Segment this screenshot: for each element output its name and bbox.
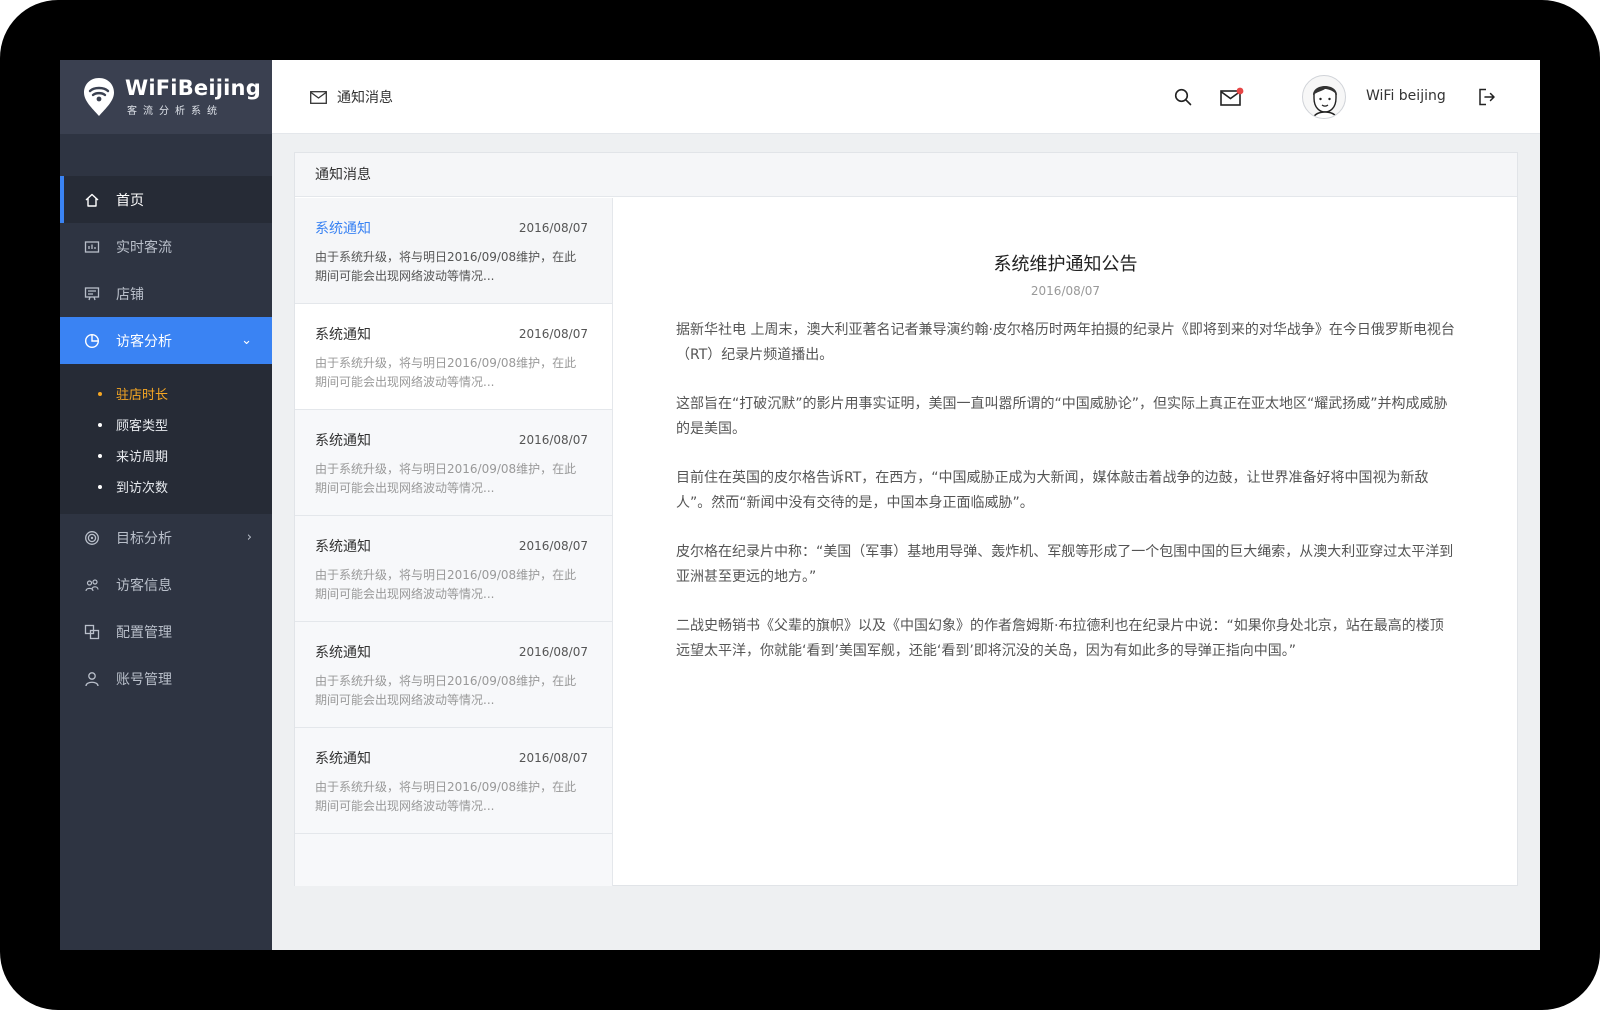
- wifi-pin-logo-icon: [84, 78, 114, 116]
- target-icon: [84, 530, 100, 546]
- article-paragraph: 目前住在英国的皮尔格告诉RT，在西方，“中国威胁正成为大新闻，媒体敲击着战争的边…: [676, 470, 1429, 511]
- device-frame: WiFiBeijing 客流分析系统 首页 实时客流 店铺 访客分析 ⌄ 驻店时…: [0, 0, 1600, 1010]
- message-date: 2016/08/07: [518, 433, 588, 447]
- sidebar-nav: 首页 实时客流 店铺 访客分析 ⌄ 驻店时长 顾客类型 来访周期 到访次数 目标…: [60, 176, 272, 702]
- sidebar-item-config[interactable]: 配置管理: [60, 608, 272, 655]
- app-screen: WiFiBeijing 客流分析系统 首页 实时客流 店铺 访客分析 ⌄ 驻店时…: [60, 60, 1540, 950]
- article-paragraph: 这部旨在“打破沉默”的影片用事实证明，美国一直叫嚣所谓的“中国威胁论”，但实际上…: [676, 396, 1448, 437]
- submenu-item-visit-count[interactable]: 到访次数: [60, 471, 272, 502]
- message-title: 系统通知: [315, 539, 371, 555]
- message-date: 2016/08/07: [518, 645, 588, 659]
- envelope-icon: [310, 90, 327, 104]
- sidebar-item-account[interactable]: 账号管理: [60, 655, 272, 702]
- message-title: 系统通知: [315, 645, 371, 661]
- bullet-icon: [98, 484, 102, 489]
- visitor-analysis-submenu: 驻店时长 顾客类型 来访周期 到访次数: [60, 364, 272, 514]
- submenu-item-visit-cycle[interactable]: 来访周期: [60, 440, 272, 471]
- header-title-text: 通知消息: [337, 90, 393, 106]
- sidebar-item-visitor-info[interactable]: 访客信息: [60, 561, 272, 608]
- message-preview: 由于系统升级，将与明日2016/09/08维护，在此期间可能会出现网络波动等情况…: [315, 356, 577, 389]
- panel-title: 通知消息: [295, 153, 1517, 197]
- submenu-item-label: 到访次数: [116, 481, 169, 496]
- sidebar-item-visitor-analysis[interactable]: 访客分析 ⌄: [60, 317, 272, 364]
- list-item[interactable]: 系统通知 2016/08/07 由于系统升级，将与明日2016/09/08维护，…: [295, 728, 612, 834]
- sidebar-item-label: 账号管理: [116, 671, 172, 688]
- message-preview: 由于系统升级，将与明日2016/09/08维护，在此期间可能会出现网络波动等情况…: [315, 568, 577, 601]
- list-item[interactable]: 系统通知 2016/08/07 由于系统升级，将与明日2016/09/08维护，…: [295, 198, 612, 304]
- message-preview: 由于系统升级，将与明日2016/09/08维护，在此期间可能会出现网络波动等情况…: [315, 674, 577, 707]
- sidebar-item-label: 店铺: [116, 286, 144, 303]
- config-icon: [84, 624, 100, 640]
- brand-subtitle: 客流分析系统: [127, 106, 223, 117]
- avatar[interactable]: [1302, 75, 1346, 119]
- message-preview: 由于系统升级，将与明日2016/09/08维护，在此期间可能会出现网络波动等情况…: [315, 780, 577, 813]
- sidebar-item-label: 首页: [116, 192, 144, 209]
- store-icon: [84, 286, 100, 302]
- message-preview: 由于系统升级，将与明日2016/09/08维护，在此期间可能会出现网络波动等情况…: [315, 462, 577, 495]
- article-title: 系统维护通知公告: [993, 254, 1138, 275]
- list-item[interactable]: 系统通知 2016/08/07 由于系统升级，将与明日2016/09/08维护，…: [295, 516, 612, 622]
- sidebar-item-realtime[interactable]: 实时客流: [60, 223, 272, 270]
- submenu-item-customer-type[interactable]: 顾客类型: [60, 409, 272, 440]
- top-header: 通知消息 WiFi beijing: [272, 60, 1540, 134]
- visitors-icon: [84, 577, 100, 593]
- sidebar-item-label: 实时客流: [116, 239, 172, 256]
- message-list: 系统通知 2016/08/07 由于系统升级，将与明日2016/09/08维护，…: [295, 198, 613, 886]
- pie-chart-icon: [84, 333, 100, 349]
- header-title: 通知消息: [310, 87, 393, 107]
- search-icon[interactable]: [1174, 88, 1192, 106]
- message-title: 系统通知: [315, 751, 371, 767]
- message-title: 系统通知: [315, 221, 371, 237]
- message-preview: 由于系统升级，将与明日2016/09/08维护，在此期间可能会出现网络波动等情况…: [315, 250, 577, 283]
- message-date: 2016/08/07: [518, 327, 588, 341]
- chevron-down-icon: ⌄: [241, 333, 252, 348]
- message-title: 系统通知: [315, 327, 371, 343]
- mail-notification-icon[interactable]: [1220, 87, 1244, 107]
- username[interactable]: WiFi beijing: [1366, 88, 1446, 104]
- article-date: 2016/08/07: [1030, 284, 1101, 298]
- bullet-icon: [98, 453, 102, 458]
- article-paragraph: 据新华社电 上周末，澳大利亚著名记者兼导演约翰·皮尔格历时两年拍摄的纪录片《即将…: [676, 322, 1455, 363]
- home-icon: [84, 192, 100, 208]
- brand-title: WiFiBeijing: [125, 76, 261, 100]
- message-date: 2016/08/07: [518, 221, 588, 235]
- sidebar-item-home[interactable]: 首页: [60, 176, 272, 223]
- bullet-icon: [98, 422, 102, 427]
- message-date: 2016/08/07: [518, 751, 588, 765]
- chevron-right-icon: ›: [246, 530, 252, 545]
- notification-panel: 通知消息 系统通知 2016/08/07 由于系统升级，将与明日2016/09/…: [294, 152, 1518, 886]
- submenu-item-label: 驻店时长: [116, 388, 169, 403]
- user-icon: [84, 671, 100, 687]
- message-date: 2016/08/07: [518, 539, 588, 553]
- sidebar-item-label: 访客分析: [116, 333, 172, 350]
- article-paragraph: 二战史畅销书《父辈的旗帜》以及《中国幻象》的作者詹姆斯·布拉德利也在纪录片中说：…: [676, 618, 1444, 659]
- sidebar-item-label: 配置管理: [116, 624, 172, 641]
- logout-icon[interactable]: [1478, 88, 1496, 106]
- list-item[interactable]: 系统通知 2016/08/07 由于系统升级，将与明日2016/09/08维护，…: [295, 622, 612, 728]
- article-paragraph: 皮尔格在纪录片中称：“美国（军事）基地用导弹、轰炸机、军舰等形成了一个包围中国的…: [676, 544, 1454, 585]
- sidebar-item-label: 访客信息: [116, 577, 172, 594]
- article-body: 据新华社电 上周末，澳大利亚著名记者兼导演约翰·皮尔格历时两年拍摄的纪录片《即将…: [676, 318, 1456, 688]
- message-detail: 系统维护通知公告 2016/08/07 据新华社电 上周末，澳大利亚著名记者兼导…: [614, 198, 1517, 886]
- submenu-item-dwell-time[interactable]: 驻店时长: [60, 378, 272, 409]
- sidebar-item-label: 目标分析: [116, 530, 172, 547]
- submenu-item-label: 来访周期: [116, 450, 169, 465]
- list-item[interactable]: 系统通知 2016/08/07 由于系统升级，将与明日2016/09/08维护，…: [295, 410, 612, 516]
- message-title: 系统通知: [315, 433, 371, 449]
- realtime-icon: [84, 239, 100, 255]
- brand-logo[interactable]: WiFiBeijing 客流分析系统: [60, 60, 272, 134]
- sidebar-item-store[interactable]: 店铺: [60, 270, 272, 317]
- submenu-item-label: 顾客类型: [116, 419, 169, 434]
- sidebar-item-target-analysis[interactable]: 目标分析 ›: [60, 514, 272, 561]
- list-item[interactable]: 系统通知 2016/08/07 由于系统升级，将与明日2016/09/08维护，…: [295, 304, 612, 410]
- sidebar: WiFiBeijing 客流分析系统 首页 实时客流 店铺 访客分析 ⌄ 驻店时…: [60, 60, 272, 950]
- bullet-icon: [98, 391, 102, 396]
